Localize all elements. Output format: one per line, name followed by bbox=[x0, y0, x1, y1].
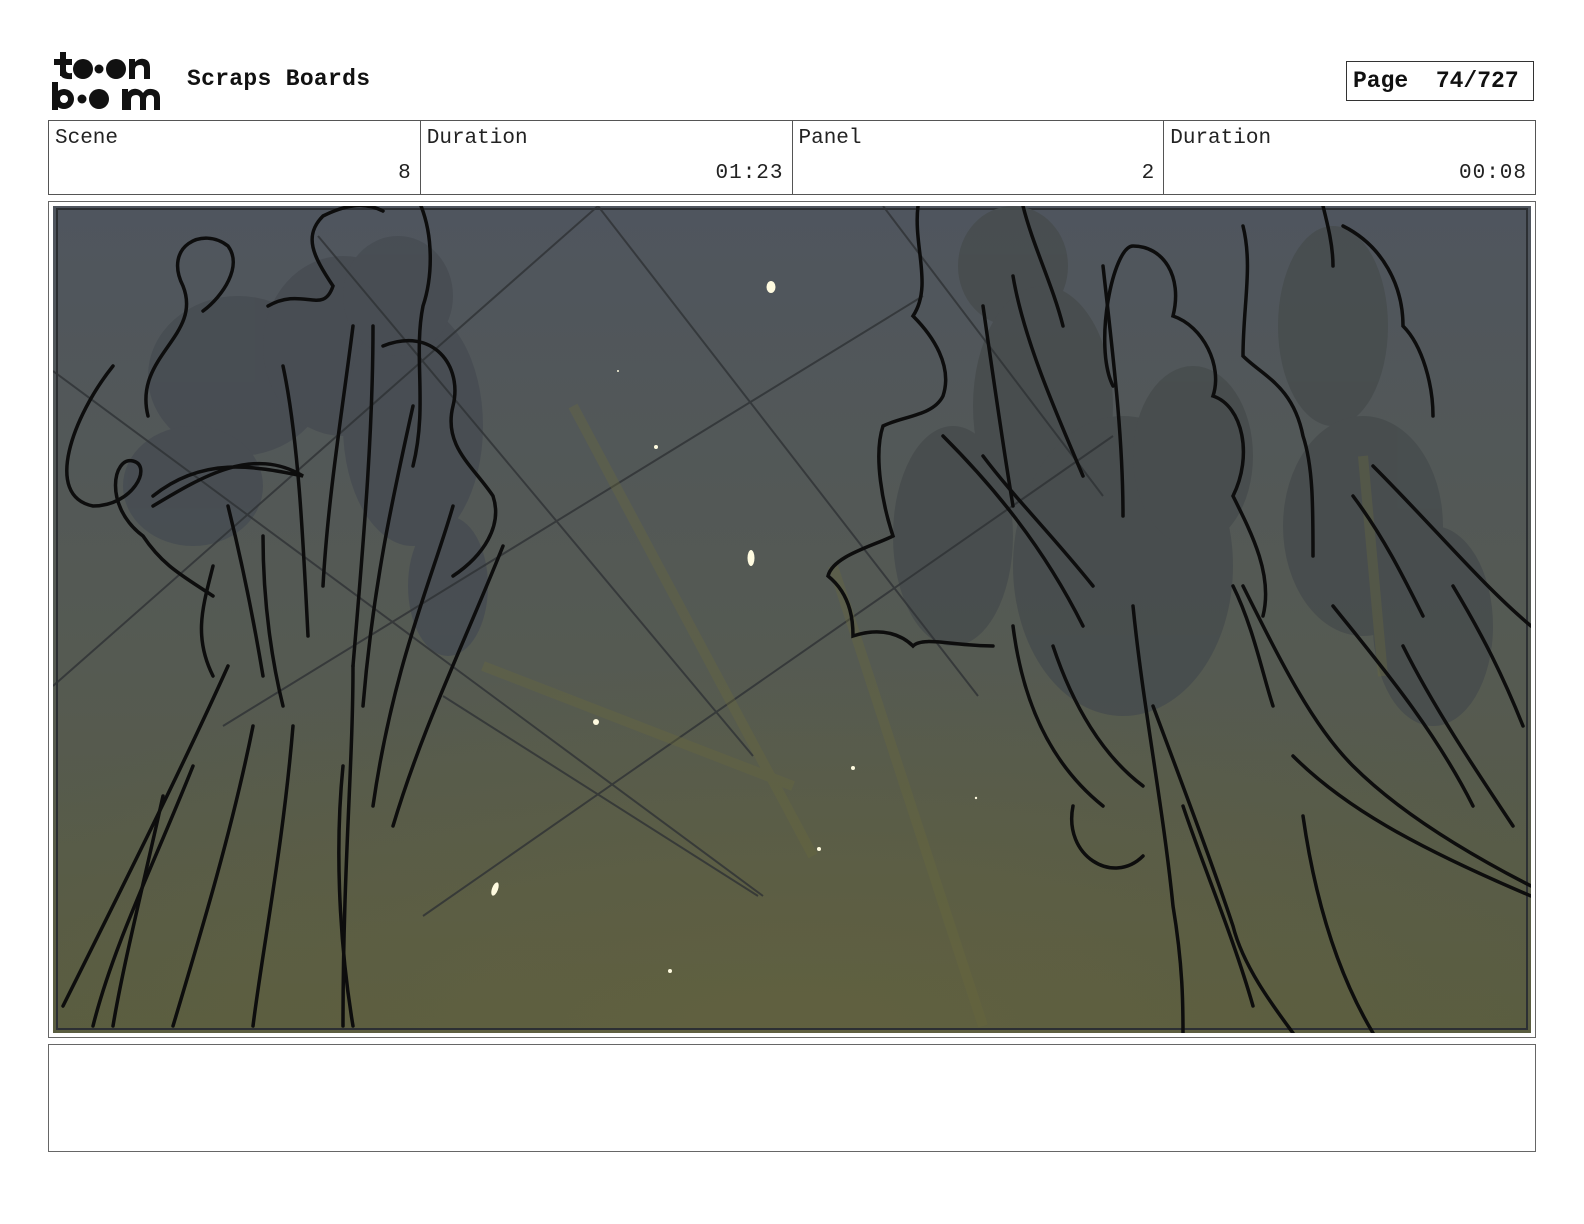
scene-cell: Scene 8 bbox=[49, 121, 421, 194]
page-label: Page bbox=[1353, 68, 1409, 94]
scene-duration-cell: Duration 01:23 bbox=[421, 121, 793, 194]
scene-duration-value: 01:23 bbox=[715, 162, 784, 185]
scene-value: 8 bbox=[398, 162, 412, 185]
panel-duration-cell: Duration 00:08 bbox=[1164, 121, 1535, 194]
panel-duration-value: 00:08 bbox=[1458, 162, 1527, 185]
scene-duration-label: Duration bbox=[426, 127, 528, 150]
toon-boom-logo: toon bbox=[52, 52, 160, 110]
panel-info-table: Scene 8 Duration 01:23 Panel 2 Duration … bbox=[48, 120, 1536, 195]
page-number: 74/727 bbox=[1435, 68, 1519, 94]
scene-label: Scene bbox=[55, 127, 119, 150]
page-indicator: Page 74/727 bbox=[1346, 61, 1534, 101]
panel-label: Panel bbox=[798, 127, 862, 150]
panel-value: 2 bbox=[1141, 162, 1156, 185]
storyboard-panel-image bbox=[53, 206, 1531, 1033]
panel-cell: Panel 2 bbox=[793, 121, 1165, 194]
panel-notes-box bbox=[48, 1044, 1536, 1152]
panel-duration-label: Duration bbox=[1170, 127, 1272, 150]
project-title: Scraps Boards bbox=[187, 66, 371, 92]
